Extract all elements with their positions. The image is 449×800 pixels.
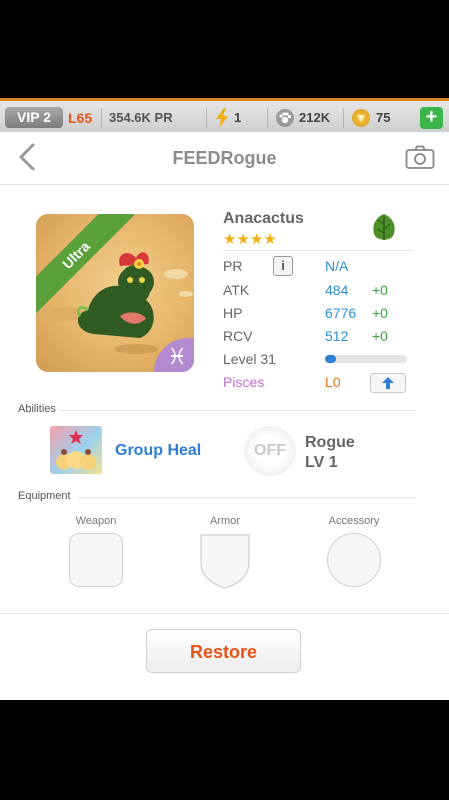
sign-level: L0 [325, 374, 341, 390]
divider [223, 250, 413, 251]
leader-skill-level: LV 1 [305, 454, 338, 471]
monster-portrait[interactable]: Ultra ♓ [36, 214, 194, 372]
divider [343, 108, 344, 128]
add-gold-button[interactable]: + [420, 107, 443, 129]
leaf-icon [373, 214, 395, 240]
pr-label: PR [223, 258, 243, 274]
hp-value: 6776 [325, 305, 357, 321]
divider [206, 108, 207, 128]
group-heal-skill-icon[interactable] [50, 426, 102, 474]
rcv-bonus: +0 [372, 328, 388, 344]
hp-label: HP [223, 305, 243, 321]
info-button[interactable]: i [273, 256, 293, 276]
leader-skill-off-icon[interactable]: OFF [244, 426, 296, 476]
weapon-slot[interactable] [69, 533, 123, 587]
level-label: Level 31 [223, 351, 276, 367]
gold-coin-icon [352, 109, 370, 127]
camera-icon[interactable] [405, 144, 435, 170]
divider [60, 410, 416, 411]
monster-name: Anacactus [223, 210, 304, 227]
armor-label: Armor [210, 515, 240, 527]
pr-value: N/A [325, 258, 349, 274]
paw-icon [276, 109, 294, 127]
hp-bonus: +0 [372, 305, 388, 321]
food-count: 212K [299, 110, 331, 125]
player-level: L65 [68, 110, 93, 126]
equipment-section-label: Equipment [18, 490, 71, 502]
weapon-label: Weapon [75, 515, 117, 527]
page-title: FEEDRogue [172, 148, 277, 168]
rcv-label: RCV [223, 328, 253, 344]
accessory-label: Accessory [328, 515, 380, 527]
resource-bar: VIP 2 L65 354.6K PR 1 212K 75 + [0, 98, 449, 132]
divider [101, 108, 102, 128]
page-header: FEEDRogue [0, 132, 449, 185]
gold-count: 75 [376, 110, 391, 125]
skill-name[interactable]: Group Heal [115, 442, 201, 460]
abilities-section-label: Abilities [18, 403, 56, 415]
vip-badge[interactable]: VIP 2 [5, 107, 63, 128]
divider [267, 108, 268, 128]
lightning-icon [216, 108, 228, 128]
divider [78, 497, 416, 498]
sign-upgrade-button[interactable] [370, 373, 406, 393]
rcv-value: 512 [325, 328, 349, 344]
atk-value: 484 [325, 282, 349, 298]
sign-label: Pisces [223, 374, 265, 390]
leader-skill-name: Rogue [305, 434, 355, 451]
player-power: 354.6K PR [109, 110, 173, 125]
armor-slot[interactable] [198, 533, 252, 589]
atk-bonus: +0 [372, 282, 388, 298]
atk-label: ATK [223, 282, 250, 298]
energy-count: 1 [234, 110, 242, 125]
monster-detail-screen: VIP 2 L65 354.6K PR 1 212K 75 + FEEDRogu… [0, 98, 449, 700]
restore-button[interactable]: Restore [146, 629, 301, 673]
accessory-slot[interactable] [327, 533, 381, 587]
level-progress-fill [325, 355, 337, 363]
action-footer: Restore [0, 613, 449, 700]
star-rating: ★★★★ [223, 231, 277, 248]
level-progress-bar [325, 355, 407, 363]
up-arrow-icon [382, 377, 394, 389]
